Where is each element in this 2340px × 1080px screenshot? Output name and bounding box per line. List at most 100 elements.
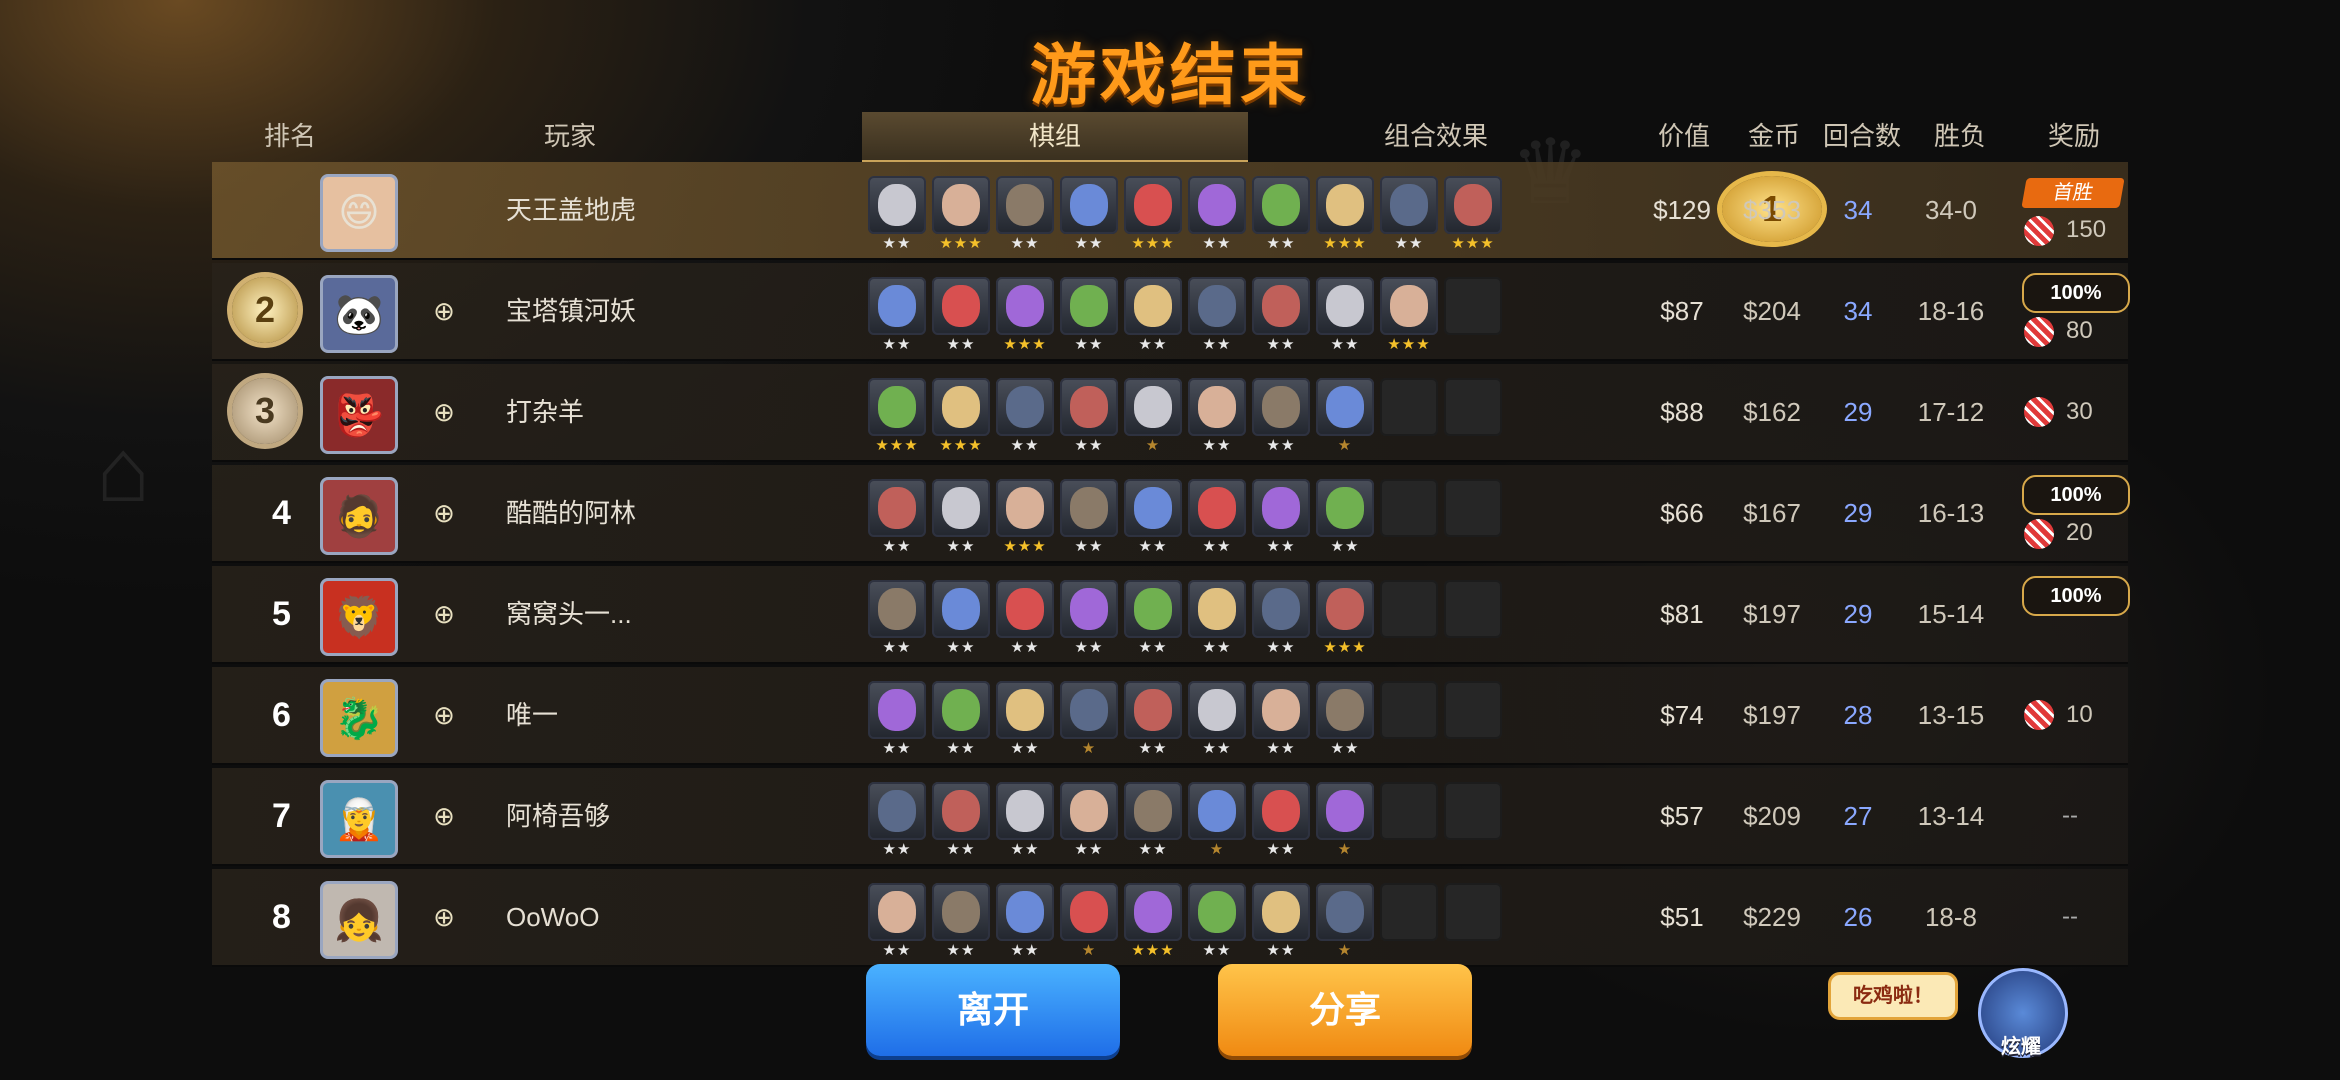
hero-unit-icon[interactable]: ★ (1316, 883, 1374, 959)
hero-unit-icon[interactable]: ★ (1316, 378, 1374, 454)
hero-unit-icon[interactable]: ★★ (1252, 176, 1310, 252)
hero-unit-icon[interactable]: ★★ (868, 681, 926, 757)
avatar[interactable]: 🐼 (320, 275, 398, 353)
hero-unit-icon[interactable]: ★★ (1188, 176, 1246, 252)
hero-unit-icon[interactable]: ★★ (996, 782, 1054, 858)
hero-unit-icon[interactable]: ★★★ (1316, 580, 1374, 656)
hero-unit-icon[interactable]: ★★ (1316, 479, 1374, 555)
tab-lineup[interactable]: 棋组 (862, 112, 1248, 162)
hero-unit-icon[interactable]: ★★ (1188, 681, 1246, 757)
hero-unit-icon[interactable]: ★★ (868, 580, 926, 656)
hero-unit-icon[interactable]: ★★ (1188, 580, 1246, 656)
hero-unit-icon[interactable]: ★ (1188, 782, 1246, 858)
candy-icon (2024, 317, 2054, 347)
hero-unit-icon[interactable]: ★★★ (996, 277, 1054, 353)
hero-unit-icon[interactable]: ★★ (1124, 782, 1182, 858)
empty-unit-slot (1444, 580, 1502, 638)
hero-unit-icon[interactable]: ★★ (996, 176, 1054, 252)
hero-unit-icon[interactable]: ★★ (932, 681, 990, 757)
hero-unit-icon[interactable]: ★★ (868, 479, 926, 555)
hero-unit-icon[interactable]: ★★ (1188, 479, 1246, 555)
avatar[interactable]: 👧 (320, 881, 398, 959)
avatar[interactable]: 👺 (320, 376, 398, 454)
tab-synergy[interactable]: 组合效果 (1250, 112, 1622, 160)
hero-unit-icon[interactable]: ★★ (1252, 378, 1310, 454)
hero-unit-icon[interactable]: ★★ (1124, 681, 1182, 757)
star-rating: ★ (1337, 841, 1353, 858)
hero-unit-icon[interactable]: ★★★ (868, 378, 926, 454)
hero-unit-icon[interactable]: ★★ (1252, 479, 1310, 555)
hero-unit-icon[interactable]: ★★ (1252, 883, 1310, 959)
lineup: ★★★★★★★★★★★★★★★ (868, 681, 1502, 757)
add-friend-icon[interactable]: ⊕ (430, 499, 458, 527)
hero-unit-icon[interactable]: ★★ (1316, 681, 1374, 757)
add-friend-icon[interactable]: ⊕ (430, 297, 458, 325)
hero-unit-icon[interactable]: ★★ (1124, 580, 1182, 656)
hero-unit-icon[interactable]: ★★ (1060, 378, 1118, 454)
candy-icon (2024, 519, 2054, 549)
show-off-label[interactable]: 炫耀 (1988, 1030, 2054, 1059)
star-rating: ★★★ (1131, 942, 1175, 959)
avatar[interactable]: 🦁 (320, 578, 398, 656)
lineup: ★★★★★★★★★★★★★★★★★ (868, 479, 1502, 555)
hero-unit-icon[interactable]: ★★ (996, 883, 1054, 959)
hero-unit-icon[interactable]: ★★★ (1124, 883, 1182, 959)
hero-unit-icon[interactable]: ★★ (996, 378, 1054, 454)
hero-unit-icon[interactable]: ★★ (868, 176, 926, 252)
hero-unit-icon[interactable]: ★★ (932, 883, 990, 959)
star-rating: ★★ (882, 740, 912, 757)
hero-unit-icon[interactable]: ★★ (996, 681, 1054, 757)
lineup: ★★★ ★★★ ★★ ★★ ★ ★★ ★★ ★ (868, 378, 1502, 454)
hero-unit-icon[interactable]: ★ (1124, 378, 1182, 454)
hero-unit-icon[interactable]: ★★ (932, 580, 990, 656)
hero-unit-icon[interactable]: ★★ (1316, 277, 1374, 353)
hero-unit-icon[interactable]: ★★ (1060, 782, 1118, 858)
hero-unit-icon[interactable]: ★ (1316, 782, 1374, 858)
hero-unit-icon[interactable]: ★★ (996, 580, 1054, 656)
hero-unit-icon[interactable]: ★★ (1188, 277, 1246, 353)
hero-unit-icon[interactable]: ★★★ (1380, 277, 1438, 353)
hero-unit-icon[interactable]: ★★ (1188, 883, 1246, 959)
hero-unit-icon[interactable]: ★★ (868, 883, 926, 959)
hero-unit-icon[interactable]: ★★ (1252, 681, 1310, 757)
hero-unit-icon[interactable]: ★★★ (1316, 176, 1374, 252)
hero-unit-icon[interactable]: ★★ (868, 277, 926, 353)
hero-unit-icon[interactable]: ★★★ (932, 378, 990, 454)
add-friend-icon[interactable]: ⊕ (430, 802, 458, 830)
add-friend-icon[interactable]: ⊕ (430, 600, 458, 628)
avatar[interactable]: 🧝 (320, 780, 398, 858)
hero-unit-icon[interactable]: ★★ (1188, 378, 1246, 454)
add-friend-icon[interactable]: ⊕ (430, 903, 458, 931)
hero-unit-icon[interactable]: ★★★ (1124, 176, 1182, 252)
hero-unit-icon[interactable]: ★★ (1124, 479, 1182, 555)
hero-unit-icon[interactable]: ★★ (868, 782, 926, 858)
hero-unit-icon[interactable]: ★★ (932, 479, 990, 555)
reward-cell: 首胜 150 (2012, 162, 2128, 258)
hero-unit-icon[interactable]: ★★ (1252, 580, 1310, 656)
hero-unit-icon[interactable]: ★ (1060, 681, 1118, 757)
hero-unit-icon[interactable]: ★★ (1380, 176, 1438, 252)
hero-unit-icon[interactable]: ★ (1060, 883, 1118, 959)
share-button[interactable]: 分享 (1218, 964, 1472, 1056)
star-rating: ★ (1081, 740, 1097, 757)
hero-unit-icon[interactable]: ★★ (1060, 479, 1118, 555)
avatar[interactable]: 🐉 (320, 679, 398, 757)
avatar[interactable]: 😄 (320, 174, 398, 252)
avatar[interactable]: 🧔 (320, 477, 398, 555)
hero-unit-icon[interactable]: ★★ (932, 277, 990, 353)
hero-unit-icon[interactable]: ★★★ (1444, 176, 1502, 252)
hero-unit-icon[interactable]: ★★ (1060, 580, 1118, 656)
hero-unit-icon[interactable]: ★★ (932, 782, 990, 858)
hero-unit-icon[interactable]: ★★★ (932, 176, 990, 252)
add-friend-icon[interactable]: ⊕ (430, 701, 458, 729)
hero-unit-icon[interactable]: ★★ (1060, 176, 1118, 252)
leave-button[interactable]: 离开 (866, 964, 1120, 1056)
hero-unit-icon[interactable]: ★★ (1252, 782, 1310, 858)
hero-unit-icon[interactable]: ★★ (1124, 277, 1182, 353)
hero-unit-icon[interactable]: ★★ (1060, 277, 1118, 353)
add-friend-icon[interactable]: ⊕ (430, 398, 458, 426)
star-rating: ★★ (882, 639, 912, 656)
hero-unit-icon[interactable]: ★★★ (996, 479, 1054, 555)
hero-unit-icon[interactable]: ★★ (1252, 277, 1310, 353)
reward-cell: 100% 80 (2012, 263, 2130, 359)
